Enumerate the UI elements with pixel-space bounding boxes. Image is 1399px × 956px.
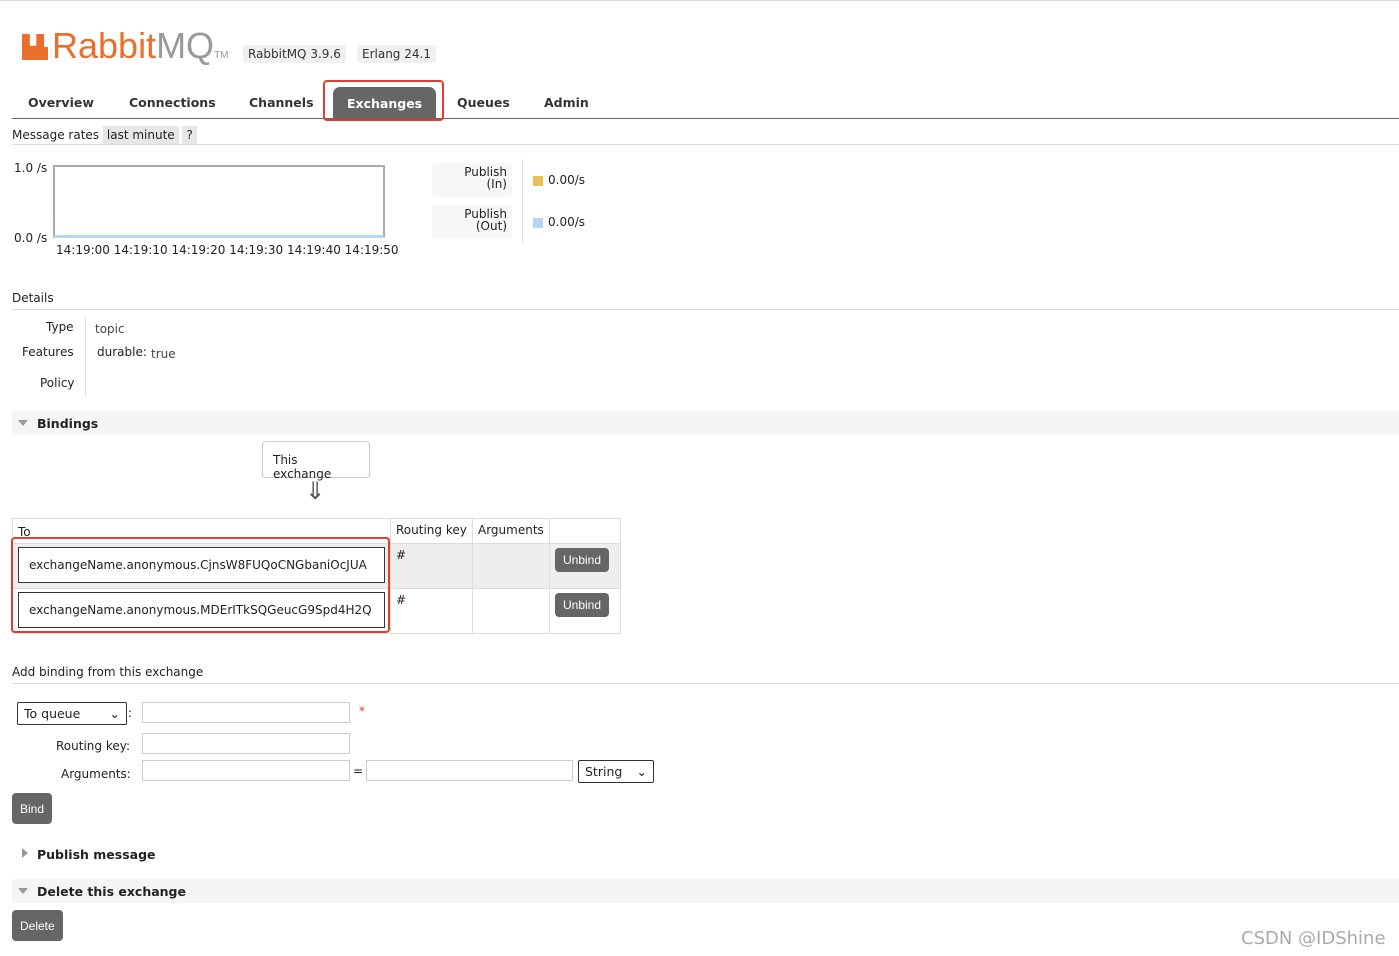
expand-icon <box>22 848 28 858</box>
legend-publish-out: Publish (Out) <box>432 205 512 239</box>
routing-key: # <box>390 543 473 589</box>
tab-overview[interactable]: Overview <box>28 95 94 110</box>
highlight-box <box>11 537 390 633</box>
legend-divider <box>522 159 523 243</box>
range-selector[interactable]: last minute <box>102 126 179 144</box>
arrow-down-icon: ⇓ <box>305 477 326 505</box>
help-button[interactable]: ? <box>182 126 197 144</box>
x-tick: 14:19:30 <box>229 243 284 257</box>
destination-type-select[interactable]: To queue ⌄ <box>17 702 127 725</box>
swatch-in <box>533 176 543 186</box>
policy-label: Policy <box>40 376 75 390</box>
details-divider <box>85 317 86 397</box>
routing-key: # <box>390 588 473 634</box>
version-badge: RabbitMQ 3.9.6 <box>243 45 346 63</box>
tab-connections[interactable]: Connections <box>129 95 216 110</box>
features-key: durable: <box>97 345 147 359</box>
features-label: Features <box>22 345 74 359</box>
add-binding-header: Add binding from this exchange <box>12 665 1399 684</box>
x-tick: 14:19:20 <box>171 243 226 257</box>
arguments-label: Arguments: <box>61 767 131 781</box>
y-axis-min: 0.0 /s <box>14 231 48 245</box>
type-value: topic <box>95 322 125 336</box>
rabbitmq-logo[interactable]: RabbitMQTM <box>22 25 229 67</box>
routing-key-label: Routing key: <box>56 739 130 753</box>
col-routing-key: Routing key <box>390 518 473 544</box>
collapse-icon <box>18 420 28 426</box>
unbind-button[interactable]: Unbind <box>555 593 610 617</box>
y-axis-max: 1.0 /s <box>14 161 48 175</box>
arguments <box>472 543 550 589</box>
rate-in-value: 0.00/s <box>548 173 586 187</box>
destination-input[interactable] <box>142 702 350 723</box>
main-nav: Overview Connections Channels Exchanges … <box>12 81 1399 119</box>
watermark: CSDN @IDShine <box>1241 928 1386 949</box>
delete-button[interactable]: Delete <box>12 910 63 941</box>
details-header: Details <box>12 291 1399 310</box>
x-tick: 14:19:10 <box>113 243 168 257</box>
arguments <box>472 588 550 634</box>
rates-chart <box>53 165 385 238</box>
rate-out-value: 0.00/s <box>548 215 586 229</box>
x-axis-ticks: 14:19:00 14:19:10 14:19:20 14:19:30 14:1… <box>56 243 399 257</box>
swatch-out <box>533 218 543 228</box>
logo-icon <box>22 34 48 60</box>
tab-admin[interactable]: Admin <box>544 95 589 110</box>
x-tick: 14:19:50 <box>344 243 399 257</box>
argument-value-input[interactable] <box>366 760 573 781</box>
message-rates-header: Message rates last minute ? <box>12 126 1399 145</box>
collapse-icon <box>18 888 28 894</box>
type-label: Type <box>46 320 74 334</box>
required-marker: * <box>359 704 365 718</box>
argument-type-select[interactable]: String ⌄ <box>578 760 654 783</box>
unbind-button[interactable]: Unbind <box>555 548 610 572</box>
this-exchange-box: This exchange <box>262 441 370 481</box>
x-tick: 14:19:00 <box>56 243 110 257</box>
bind-button[interactable]: Bind <box>12 793 53 824</box>
publish-message-toggle[interactable]: Publish message <box>12 842 1399 866</box>
tab-queues[interactable]: Queues <box>457 95 510 110</box>
bindings-toggle[interactable]: Bindings <box>12 411 1399 435</box>
routing-key-input[interactable] <box>142 733 350 754</box>
highlight-box <box>323 80 444 121</box>
tab-channels[interactable]: Channels <box>249 95 314 110</box>
legend-publish-in: Publish (In) <box>432 163 512 197</box>
col-arguments: Arguments <box>472 518 550 544</box>
erlang-badge: Erlang 24.1 <box>357 45 436 63</box>
x-tick: 14:19:40 <box>286 243 341 257</box>
features-value: true <box>151 347 176 361</box>
delete-exchange-toggle[interactable]: Delete this exchange <box>12 879 1399 903</box>
argument-key-input[interactable] <box>142 760 350 781</box>
